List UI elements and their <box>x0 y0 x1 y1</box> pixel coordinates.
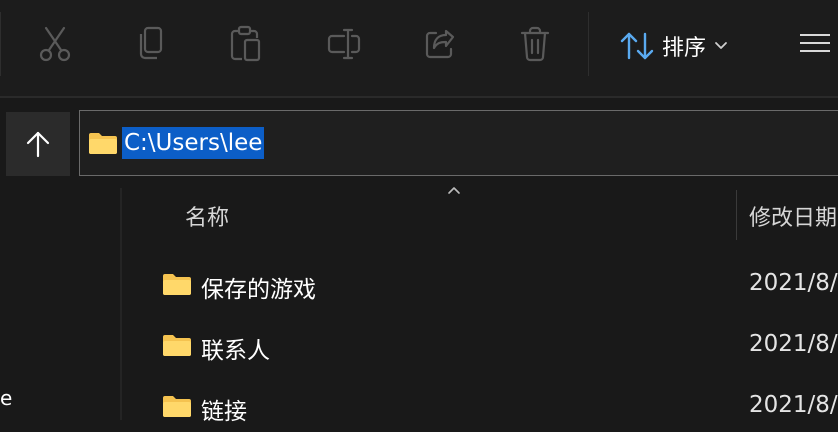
file-name: 联系人 <box>201 338 270 364</box>
file-row[interactable]: 链接 2021/8/ <box>140 382 838 432</box>
view-options-button[interactable] <box>798 30 832 60</box>
arrow-up-icon <box>26 131 50 158</box>
rename-icon <box>327 28 361 60</box>
scissors-icon <box>39 26 71 62</box>
address-path-input[interactable]: C:\Users\lee <box>122 127 265 159</box>
sort-button[interactable]: 排序 <box>620 28 728 64</box>
paste-button[interactable] <box>224 22 268 66</box>
address-bar[interactable]: C:\Users\lee <box>79 110 838 176</box>
sort-arrows-icon <box>620 32 654 60</box>
file-name: 链接 <box>201 399 247 425</box>
file-modified-date: 2021/8/ <box>749 392 838 418</box>
toolbar-separator <box>0 12 1 76</box>
sort-ascending-icon <box>448 187 460 194</box>
up-folder-button[interactable] <box>6 112 70 176</box>
file-row[interactable]: 保存的游戏 2021/8/ <box>140 260 838 310</box>
copy-button[interactable] <box>128 22 172 66</box>
share-button[interactable] <box>418 22 462 66</box>
copy-icon <box>139 26 163 60</box>
toolbar-divider <box>0 96 838 98</box>
command-bar: 排序 <box>0 0 838 96</box>
column-header-modified[interactable]: 修改日期 <box>749 200 837 232</box>
file-modified-date: 2021/8/ <box>749 331 838 357</box>
folder-icon <box>163 335 191 356</box>
clipboard-icon <box>230 25 261 62</box>
share-icon <box>425 29 455 59</box>
file-modified-date: 2021/8/ <box>749 270 838 296</box>
toolbar-separator <box>588 12 589 76</box>
column-header-name[interactable]: 名称 <box>185 200 229 232</box>
folder-icon <box>163 396 191 417</box>
folder-icon <box>163 274 191 295</box>
nav-item-fragment[interactable]: e <box>0 386 12 410</box>
delete-button[interactable] <box>513 22 557 66</box>
file-name: 保存的游戏 <box>201 277 316 303</box>
trash-icon <box>520 26 550 62</box>
rename-button[interactable] <box>322 22 366 66</box>
column-separator[interactable] <box>736 190 737 240</box>
navigation-pane: e <box>0 180 120 420</box>
file-row[interactable]: 联系人 2021/8/ <box>140 321 838 371</box>
view-lines-icon-bar <box>800 50 830 52</box>
view-lines-icon-bar <box>800 42 830 44</box>
chevron-down-icon <box>715 42 727 49</box>
pane-divider[interactable] <box>120 188 122 420</box>
view-lines-icon <box>800 34 830 36</box>
sort-label: 排序 <box>662 36 707 61</box>
folder-icon <box>89 133 117 154</box>
cut-button[interactable] <box>33 22 77 66</box>
